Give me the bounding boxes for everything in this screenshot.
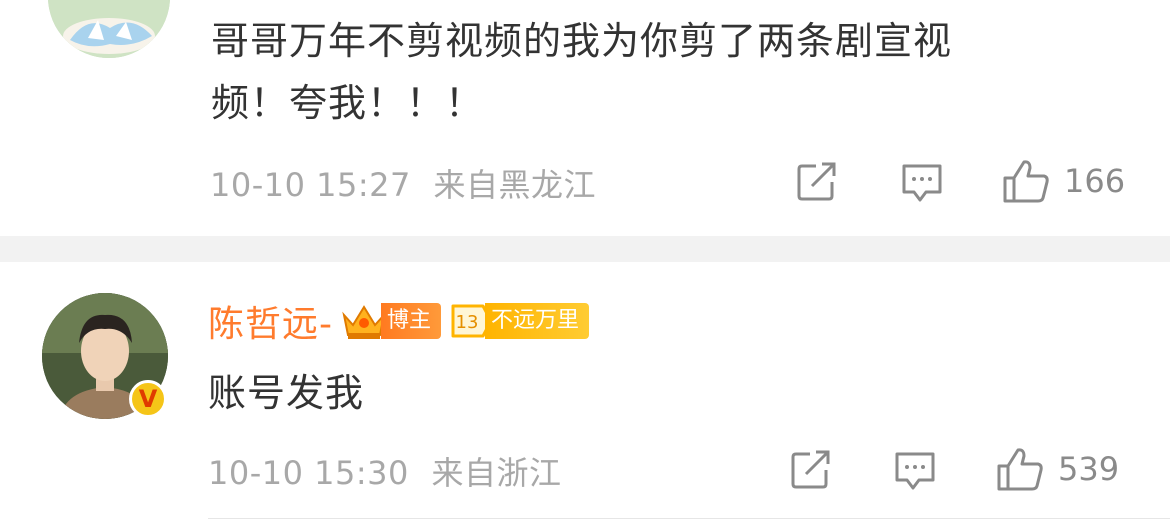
avatar[interactable] [48,0,170,58]
reply-button[interactable] [900,162,944,204]
fan-level-number: 13 [456,312,479,333]
comment-text: 账号发我 [208,371,365,415]
fan-level-badge[interactable]: 13 不远万里 [449,303,590,339]
user-info-row: 陈哲远- 博主 13 不远万里 [208,294,597,348]
comment-meta: 10-10 15:30 来自浙江 [208,448,562,494]
comment-text: 哥哥万年不剪视频的我为你剪了两条剧宣视 频！夸我！！！ [211,19,953,125]
reply-button[interactable] [893,450,937,492]
share-button[interactable] [796,162,838,202]
blogger-badge-label: 博主 [381,303,442,339]
verified-badge: V [129,380,167,418]
share-icon [791,450,830,489]
comment-location: 来自浙江 [431,454,562,492]
fan-level-label: 不远万里 [485,303,590,339]
share-icon [797,162,836,201]
comment-time: 10-10 15:30 [208,454,409,492]
share-button[interactable] [790,450,832,490]
like-count: 539 [1058,450,1120,488]
comment-time: 10-10 15:27 [210,166,411,204]
comment-icon [902,164,942,202]
comment-divider [208,518,1170,519]
thumbs-up-icon [1003,160,1049,203]
section-divider [0,236,1170,262]
comment-location: 来自黑龙江 [433,166,597,204]
like-count: 166 [1064,162,1126,200]
comment-meta: 10-10 15:27 来自黑龙江 [210,160,596,206]
comment-item: 哥哥万年不剪视频的我为你剪了两条剧宣视 频！夸我！！！ 10-10 15:27 … [0,0,1170,236]
like-button[interactable]: 539 [996,446,1119,492]
username[interactable]: 陈哲远- [208,295,333,347]
comment-icon [895,452,935,490]
thumbs-up-icon [997,448,1043,491]
blogger-badge[interactable]: 博主 [341,303,442,339]
like-button[interactable]: 166 [1002,158,1125,204]
